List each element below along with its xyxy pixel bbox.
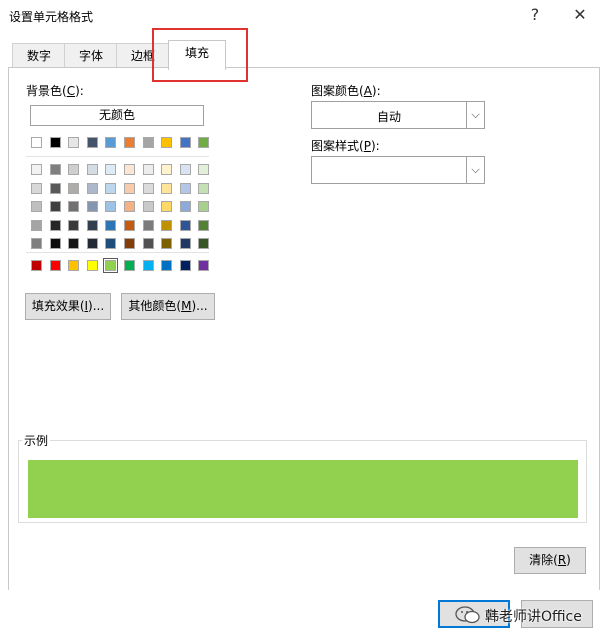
color-swatch[interactable] (142, 137, 154, 148)
color-swatch[interactable] (124, 182, 135, 194)
help-button[interactable]: ? (524, 4, 546, 26)
color-swatch[interactable] (49, 260, 61, 271)
color-swatch[interactable] (124, 201, 135, 212)
color-swatch[interactable] (198, 182, 210, 194)
color-swatch[interactable] (198, 164, 210, 175)
separator (26, 156, 209, 157)
color-swatch[interactable] (68, 201, 80, 212)
clear-button[interactable]: 清除(R) (514, 547, 586, 574)
color-swatch[interactable] (68, 137, 80, 148)
wechat-icon (455, 606, 480, 624)
color-swatch[interactable] (198, 238, 210, 249)
color-swatch[interactable] (105, 238, 117, 249)
color-swatch[interactable] (105, 182, 117, 194)
color-swatch[interactable] (49, 219, 61, 231)
close-button[interactable]: ✕ (569, 4, 591, 26)
color-swatch[interactable] (49, 201, 61, 212)
color-swatch[interactable] (161, 219, 173, 231)
color-swatch[interactable] (68, 182, 80, 194)
color-swatch[interactable] (31, 238, 42, 249)
color-swatch[interactable] (161, 201, 173, 212)
background-color-label: 背景色(C): (26, 84, 84, 98)
color-swatch[interactable] (86, 260, 98, 271)
color-swatch[interactable] (198, 219, 210, 231)
watermark-text: 韩老师讲Office (485, 609, 582, 625)
color-swatch[interactable] (86, 164, 98, 175)
chevron-down-icon[interactable]: ⌵ (466, 102, 484, 128)
color-swatch[interactable] (86, 137, 98, 148)
color-swatch[interactable] (124, 238, 135, 249)
color-swatch[interactable] (31, 164, 42, 175)
sample-label: 示例 (22, 432, 51, 449)
color-swatch[interactable] (142, 182, 154, 194)
color-swatch[interactable] (68, 238, 80, 249)
color-swatch[interactable] (105, 137, 117, 148)
color-swatch[interactable] (86, 219, 98, 231)
color-swatch[interactable] (86, 182, 98, 194)
watermark: 韩老师讲Office (455, 603, 595, 627)
color-swatch[interactable] (105, 201, 117, 212)
color-swatch[interactable] (179, 182, 191, 194)
color-swatch[interactable] (142, 164, 154, 175)
pattern-color-label: 图案颜色(A): (311, 84, 381, 98)
color-swatch[interactable] (31, 137, 42, 148)
color-swatch[interactable] (124, 137, 135, 148)
chevron-down-icon[interactable]: ⌵ (466, 157, 484, 183)
color-swatch[interactable] (49, 137, 61, 148)
separator (26, 252, 209, 253)
color-swatch[interactable] (31, 260, 42, 271)
color-swatch[interactable] (68, 164, 80, 175)
fill-effects-button[interactable]: 填充效果(I)... (25, 293, 111, 320)
sample-preview (28, 460, 578, 518)
color-swatch[interactable] (142, 260, 154, 271)
color-swatch[interactable] (179, 137, 191, 148)
color-swatch[interactable] (179, 164, 191, 175)
color-swatch[interactable] (198, 137, 210, 148)
tab-number[interactable]: 数字 (12, 43, 66, 68)
color-swatch[interactable] (161, 238, 173, 249)
color-swatch[interactable] (86, 238, 98, 249)
pattern-style-dropdown[interactable]: ⌵ (311, 156, 485, 184)
color-swatch[interactable] (49, 238, 61, 249)
color-swatch[interactable] (142, 201, 154, 212)
color-swatch[interactable] (179, 238, 191, 249)
dialog-title: 设置单元格格式 (9, 10, 94, 24)
color-swatch[interactable] (161, 182, 173, 194)
color-swatch[interactable] (49, 164, 61, 175)
color-swatch[interactable] (103, 258, 119, 273)
color-swatch[interactable] (31, 182, 42, 194)
pattern-style-label: 图案样式(P): (311, 139, 380, 153)
color-swatch[interactable] (179, 219, 191, 231)
color-swatch[interactable] (31, 219, 42, 231)
color-swatch[interactable] (198, 260, 210, 271)
more-colors-button[interactable]: 其他颜色(M)... (121, 293, 215, 320)
color-swatch[interactable] (124, 260, 135, 271)
color-swatch[interactable] (31, 201, 42, 212)
pattern-color-value: 自动 (376, 110, 401, 124)
color-swatch[interactable] (49, 182, 61, 194)
no-color-button[interactable]: 无颜色 (30, 105, 204, 126)
color-swatch[interactable] (179, 201, 191, 212)
color-swatch[interactable] (161, 137, 173, 148)
color-swatch[interactable] (105, 164, 117, 175)
color-swatch[interactable] (68, 260, 80, 271)
color-swatch[interactable] (142, 238, 154, 249)
color-swatch[interactable] (68, 219, 80, 231)
color-swatch[interactable] (86, 201, 98, 212)
color-swatch[interactable] (179, 260, 191, 271)
tab-fill[interactable]: 填充 (168, 40, 226, 70)
color-swatch[interactable] (124, 219, 135, 231)
pattern-color-dropdown[interactable]: 自动 ⌵ (311, 101, 485, 129)
tab-font[interactable]: 字体 (64, 43, 118, 68)
color-swatch[interactable] (161, 164, 173, 175)
color-swatch[interactable] (124, 164, 135, 175)
color-swatch[interactable] (161, 260, 173, 271)
color-swatch[interactable] (105, 219, 117, 231)
color-swatch[interactable] (198, 201, 210, 212)
tab-strip: 数字 字体 边框 填充 (8, 40, 598, 70)
color-swatch[interactable] (142, 219, 154, 231)
